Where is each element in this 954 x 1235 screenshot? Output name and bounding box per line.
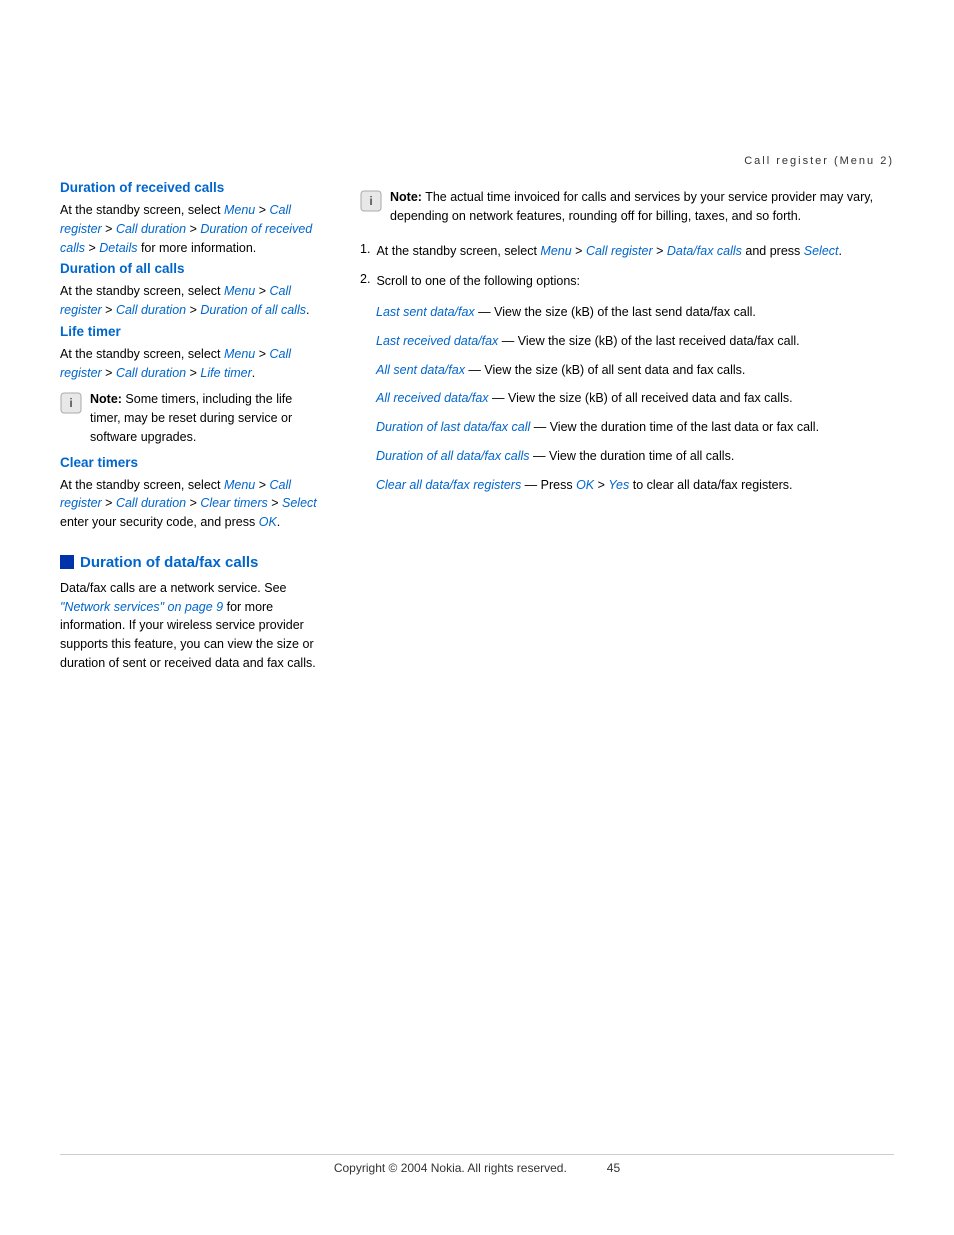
body-duration-received: At the standby screen, select Menu > Cal…: [60, 201, 320, 257]
scroll-item-duration-last: Duration of last data/fax call — View th…: [376, 418, 894, 437]
scroll-item-duration-all-text: Duration of all data/fax calls — View th…: [376, 447, 894, 466]
label-last-received: Last received data/fax: [376, 334, 498, 348]
footer-page-number: 45: [607, 1161, 620, 1175]
link-life-timer: Life timer: [200, 366, 251, 380]
body-duration-all: At the standby screen, select Menu > Cal…: [60, 282, 320, 320]
link-ok-clear-all: OK: [576, 478, 594, 492]
scroll-item-last-received-text: Last received data/fax — View the size (…: [376, 332, 894, 351]
heading-data-fax-text: Duration of data/fax calls: [80, 554, 258, 571]
section-duration-all: Duration of all calls At the standby scr…: [60, 261, 320, 320]
link-menu-2: Menu: [224, 284, 255, 298]
body-life-timer: At the standby screen, select Menu > Cal…: [60, 345, 320, 383]
label-all-sent: All sent data/fax: [376, 363, 465, 377]
step-2: 2. Scroll to one of the following option…: [360, 272, 894, 295]
scroll-item-clear-all-text: Clear all data/fax registers — Press OK …: [376, 476, 894, 495]
scroll-item-all-sent: All sent data/fax — View the size (kB) o…: [376, 361, 894, 380]
link-call-duration-3: Call duration: [116, 366, 186, 380]
link-menu-1: Menu: [224, 203, 255, 217]
note-life-timer: i Note: Some timers, including the life …: [60, 390, 320, 446]
scroll-item-clear-all: Clear all data/fax registers — Press OK …: [376, 476, 894, 495]
scroll-item-duration-all: Duration of all data/fax calls — View th…: [376, 447, 894, 466]
step-1: 1. At the standby screen, select Menu > …: [360, 242, 894, 265]
section-clear-timers: Clear timers At the standby screen, sele…: [60, 455, 320, 532]
label-duration-last: Duration of last data/fax call: [376, 420, 530, 434]
link-details: Details: [99, 241, 137, 255]
link-select-clear: Select: [282, 496, 317, 510]
label-all-received: All received data/fax: [376, 391, 489, 405]
link-network-services: "Network services" on page 9: [60, 600, 223, 614]
svg-text:i: i: [369, 194, 372, 208]
scroll-item-all-received-text: All received data/fax — View the size (k…: [376, 389, 894, 408]
scroll-item-duration-last-text: Duration of last data/fax call — View th…: [376, 418, 894, 437]
note-icon-life-timer: i: [60, 392, 82, 414]
body-clear-timers: At the standby screen, select Menu > Cal…: [60, 476, 320, 532]
link-call-duration-4: Call duration: [116, 496, 186, 510]
section-life-timer: Life timer At the standby screen, select…: [60, 324, 320, 447]
step-2-num: 2.: [360, 272, 370, 295]
scroll-item-last-received: Last received data/fax — View the size (…: [376, 332, 894, 351]
section-duration-received: Duration of received calls At the standb…: [60, 180, 320, 257]
note-box-top: i Note: The actual time invoiced for cal…: [360, 188, 894, 226]
link-menu-4: Menu: [224, 478, 255, 492]
step-1-num: 1.: [360, 242, 370, 265]
page: Call register (Menu 2) Duration of recei…: [0, 0, 954, 1235]
link-yes-clear-all: Yes: [608, 478, 629, 492]
label-last-sent: Last sent data/fax: [376, 305, 475, 319]
link-data-fax-calls: Data/fax calls: [667, 244, 742, 258]
link-clear-timers: Clear timers: [200, 496, 267, 510]
right-column: i Note: The actual time invoiced for cal…: [360, 180, 894, 1175]
body-data-fax: Data/fax calls are a network service. Se…: [60, 579, 320, 673]
scroll-item-last-sent: Last sent data/fax — View the size (kB) …: [376, 303, 894, 322]
page-header: Call register (Menu 2): [744, 155, 894, 167]
link-menu-r1: Menu: [540, 244, 571, 258]
note-icon-top: i: [360, 190, 382, 212]
scroll-item-all-sent-text: All sent data/fax — View the size (kB) o…: [376, 361, 894, 380]
link-ok-clear: OK: [259, 515, 277, 529]
heading-life-timer: Life timer: [60, 324, 320, 339]
link-select-r1: Select: [804, 244, 839, 258]
footer-copyright: Copyright © 2004 Nokia. All rights reser…: [334, 1161, 567, 1175]
left-column: Duration of received calls At the standb…: [60, 180, 320, 1175]
blue-square-icon: [60, 555, 74, 569]
step-2-body: Scroll to one of the following options:: [376, 272, 580, 291]
heading-duration-all: Duration of all calls: [60, 261, 320, 276]
scroll-item-all-received: All received data/fax — View the size (k…: [376, 389, 894, 408]
note-text-life-timer: Note: Some timers, including the life ti…: [90, 390, 320, 446]
note-text-top: Note: The actual time invoiced for calls…: [390, 188, 894, 226]
footer-divider: [60, 1154, 894, 1155]
svg-text:i: i: [69, 396, 72, 410]
section-data-fax: Duration of data/fax calls Data/fax call…: [60, 554, 320, 673]
label-duration-all: Duration of all data/fax calls: [376, 449, 530, 463]
link-call-register-r1: Call register: [586, 244, 653, 258]
label-clear-all: Clear all data/fax registers: [376, 478, 521, 492]
link-menu-3: Menu: [224, 347, 255, 361]
step-1-body: At the standby screen, select Menu > Cal…: [376, 242, 842, 261]
heading-duration-received: Duration of received calls: [60, 180, 320, 195]
footer: Copyright © 2004 Nokia. All rights reser…: [0, 1161, 954, 1175]
heading-clear-timers: Clear timers: [60, 455, 320, 470]
heading-data-fax: Duration of data/fax calls: [60, 554, 320, 571]
scroll-options: Last sent data/fax — View the size (kB) …: [360, 303, 894, 494]
link-duration-all: Duration of all calls: [200, 303, 306, 317]
scroll-item-last-sent-text: Last sent data/fax — View the size (kB) …: [376, 303, 894, 322]
link-call-duration-1: Call duration: [116, 222, 186, 236]
content-area: Duration of received calls At the standb…: [0, 0, 954, 1235]
link-call-duration-2: Call duration: [116, 303, 186, 317]
